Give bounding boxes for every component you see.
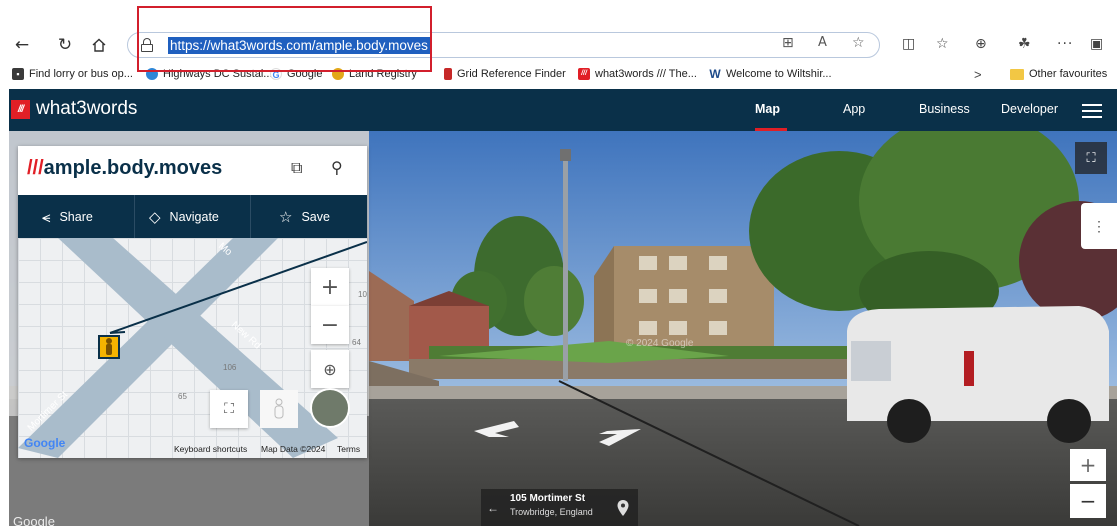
wiltshire-icon: W — [709, 67, 721, 81]
what3words-logo-icon[interactable]: /// — [11, 100, 30, 119]
pegman-icon[interactable] — [98, 335, 120, 359]
bookmark-label: Welcome to Wiltshir... — [726, 68, 832, 80]
nav-map[interactable]: Map — [755, 102, 780, 116]
site-header: /// what3words Map App Business Develope… — [9, 89, 1117, 131]
street-view-address-line1: 105 Mortimer St — [510, 493, 586, 504]
nav-developer[interactable]: Developer — [1001, 102, 1058, 116]
share-label: Share — [59, 209, 93, 224]
location-pin-icon[interactable] — [616, 499, 630, 517]
share-button[interactable]: ⪪ Share — [42, 195, 93, 238]
bookmark-label: Find lorry or bus op... — [29, 68, 133, 80]
street-view-watermark: © 2024 Google — [626, 338, 694, 349]
street-view-options-icon[interactable]: ⋮ — [1081, 203, 1117, 249]
street-view-zoom-in-button[interactable]: + — [1070, 449, 1106, 481]
locate-me-icon[interactable]: ⊕ — [311, 350, 349, 388]
app-grid-icon[interactable]: ⊞ — [782, 35, 794, 51]
bookmark-item[interactable]: Grid Reference Finder — [444, 66, 566, 82]
nav-business[interactable]: Business — [919, 102, 970, 116]
action-divider — [250, 195, 251, 238]
collections-icon[interactable]: ⊕ — [975, 36, 987, 52]
street-view-fullscreen-icon[interactable]: ⛶ — [1075, 142, 1107, 174]
navigate-label: Navigate — [169, 209, 219, 224]
nav-app[interactable]: App — [843, 102, 865, 116]
home-icon[interactable] — [86, 30, 112, 60]
map-fullscreen-icon[interactable]: ⛶ — [210, 390, 248, 428]
other-favourites-label: Other favourites — [1029, 68, 1108, 80]
action-bar: ⪪ Share ◇ Navigate ☆ Save — [18, 195, 367, 238]
bookmark-item[interactable]: /// what3words /// The... — [578, 66, 697, 82]
terms-link[interactable]: Terms — [337, 444, 360, 454]
satellite-layer-toggle[interactable] — [310, 388, 350, 428]
navigate-icon: ◇ — [149, 207, 161, 226]
save-label: Save — [301, 209, 330, 224]
three-word-address[interactable]: ///ample.body.moves — [27, 157, 222, 180]
back-to-map-arrow-icon[interactable]: ← — [481, 489, 505, 526]
house-number: 106 — [223, 363, 237, 372]
favorites-icon[interactable]: ☆ — [936, 36, 949, 52]
browser-window: ← ↻ https://what3words.com/ample.body.mo… — [0, 0, 1117, 526]
location-panel: ///ample.body.moves ⧉ ⚲ ⪪ Share ◇ Naviga… — [18, 146, 367, 458]
address-words: ample.body.moves — [43, 157, 223, 179]
copy-icon[interactable]: ⧉ — [291, 158, 302, 178]
more-icon[interactable]: ··· — [1057, 36, 1073, 52]
bookmark-item[interactable]: W Welcome to Wiltshir... — [709, 66, 832, 82]
map-zoom-out-button[interactable]: − — [311, 306, 349, 344]
house-number: 65 — [178, 392, 187, 401]
address-slashes: /// — [27, 157, 44, 179]
bookmarks-chevron-icon[interactable]: > — [974, 66, 982, 82]
back-arrow-icon[interactable]: ← — [9, 30, 35, 60]
logo-text[interactable]: what3words — [36, 98, 137, 120]
save-button[interactable]: ☆ Save — [279, 195, 330, 238]
bookmark-label: what3words /// The... — [595, 68, 697, 80]
star-icon[interactable]: ☆ — [852, 35, 865, 51]
menu-icon[interactable] — [1082, 104, 1102, 118]
annotation-highlight-box — [137, 6, 432, 72]
action-divider — [134, 195, 135, 238]
bookmark-item[interactable]: ▪ Find lorry or bus op... — [12, 66, 133, 82]
street-view-zoom-out-button[interactable]: − — [1070, 484, 1106, 518]
street-view-address-card: ← 105 Mortimer St Trowbridge, England — [481, 489, 638, 526]
folder-icon — [1010, 68, 1024, 80]
map-zoom-in-button[interactable]: + — [311, 268, 349, 306]
street-view-address-line2: Trowbridge, England — [510, 507, 593, 517]
bookmark-favicon-icon: ▪ — [12, 68, 24, 80]
house-number: 10 — [358, 290, 367, 299]
read-aloud-icon[interactable]: A — [818, 35, 827, 50]
pegman-control-icon[interactable] — [260, 390, 298, 428]
bookmark-favicon-icon — [444, 68, 452, 80]
map-data-text: Map Data ©2024 — [261, 444, 326, 454]
star-icon: ☆ — [279, 207, 293, 226]
house-number: 64 — [352, 338, 361, 347]
refresh-icon[interactable]: ↻ — [52, 30, 78, 60]
split-screen-icon[interactable]: ◫ — [902, 36, 915, 52]
navigate-button[interactable]: ◇ Navigate — [149, 195, 219, 238]
google-logo: Google — [24, 436, 66, 450]
keyboard-shortcuts-link[interactable]: Keyboard shortcuts — [174, 444, 247, 454]
what3words-icon: /// — [578, 68, 590, 80]
street-view-google-logo: Google — [13, 514, 55, 526]
other-favourites[interactable]: Other favourites — [1010, 66, 1107, 82]
search-icon[interactable]: ⚲ — [331, 158, 343, 177]
extensions-icon[interactable]: ☘ — [1018, 36, 1031, 52]
mini-map[interactable]: Mo New Rd Mortimer St 106 65 64 10 + − ⊕… — [18, 238, 367, 458]
share-icon: ⪪ — [42, 207, 51, 226]
bookmark-label: Grid Reference Finder — [457, 68, 566, 80]
sidebar-icon[interactable]: ▣ — [1090, 36, 1103, 52]
